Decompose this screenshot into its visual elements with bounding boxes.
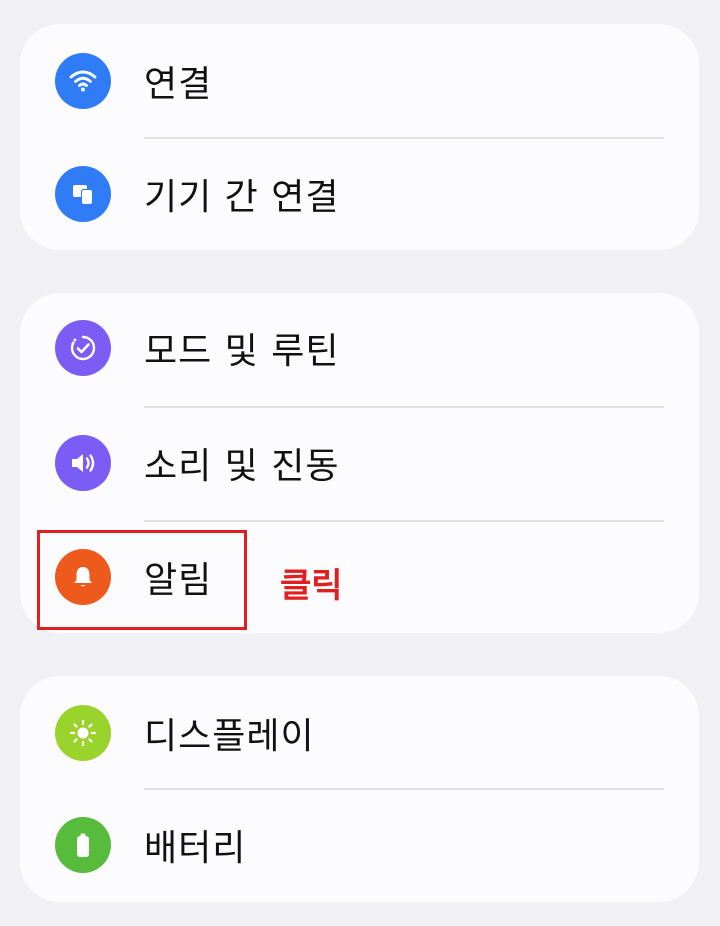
settings-item-connected-devices[interactable]: 기기 간 연결	[20, 139, 699, 249]
wifi-icon	[55, 53, 111, 109]
sun-icon	[55, 705, 111, 761]
click-highlight-box	[37, 530, 247, 630]
settings-group-connectivity: 연결 기기 간 연결	[20, 24, 699, 250]
devices-icon	[55, 166, 111, 222]
settings-item-modes-routines[interactable]: 모드 및 루틴	[20, 293, 699, 403]
settings-group-display-battery: 디스플레이 배터리	[20, 676, 699, 902]
speaker-icon	[55, 435, 111, 491]
settings-item-label: 디스플레이	[144, 716, 315, 757]
settings-item-label: 배터리	[144, 828, 247, 869]
settings-item-display[interactable]: 디스플레이	[20, 678, 699, 788]
settings-item-label: 소리 및 진동	[144, 446, 340, 487]
click-annotation-label: 클릭	[280, 566, 343, 606]
battery-icon	[55, 817, 111, 873]
settings-item-sounds-vibration[interactable]: 소리 및 진동	[20, 408, 699, 518]
settings-item-label: 기기 간 연결	[144, 177, 340, 218]
routine-check-icon	[55, 320, 111, 376]
settings-item-label: 모드 및 루틴	[144, 331, 340, 372]
settings-item-label: 연결	[144, 64, 213, 105]
settings-item-battery[interactable]: 배터리	[20, 790, 699, 900]
settings-item-connections[interactable]: 연결	[20, 26, 699, 136]
